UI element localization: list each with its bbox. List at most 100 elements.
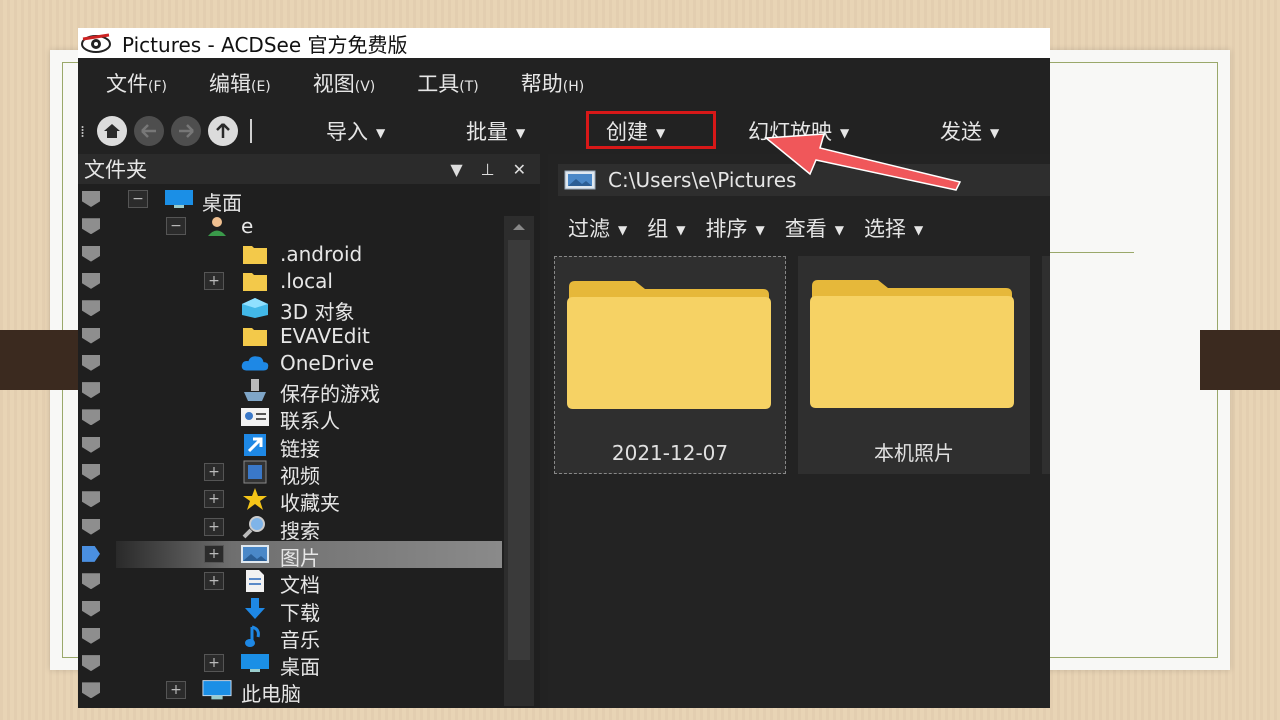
thumbnail-item[interactable]: 2021-12-07 [554, 256, 786, 474]
bookmark-icon[interactable] [82, 491, 100, 508]
menu-edit[interactable]: 编辑(E) [209, 68, 271, 98]
bookmark-icon[interactable] [82, 409, 100, 426]
bookmark-icon[interactable] [82, 655, 100, 672]
acdsee-logo-icon [80, 32, 112, 54]
tree-item-label: e [241, 214, 254, 239]
close-icon[interactable]: ✕ [513, 160, 526, 179]
chevron-down-icon: ▼ [376, 126, 386, 140]
bookmark-icon[interactable] [82, 245, 100, 262]
tree-item[interactable]: 下载 [78, 596, 502, 625]
tree-item[interactable]: + 此电脑 [78, 677, 502, 706]
star-icon [240, 488, 270, 511]
collapse-icon[interactable]: − [128, 190, 148, 208]
bookmark-icon[interactable] [82, 600, 100, 617]
expand-icon[interactable]: + [204, 572, 224, 591]
bookmark-icon[interactable] [82, 627, 100, 644]
tree-item[interactable]: + .local [78, 268, 502, 295]
bookmark-icon[interactable] [82, 354, 100, 371]
tree-item[interactable]: 保存的游戏 [78, 377, 502, 406]
expand-icon[interactable]: + [204, 544, 224, 563]
scrollbar-thumb[interactable] [508, 240, 530, 660]
forward-button[interactable] [171, 116, 201, 146]
folder-icon [240, 270, 270, 292]
tree-item[interactable]: + 搜索 [78, 514, 502, 543]
pictures-icon [240, 543, 270, 565]
tree-item[interactable]: + 视频 [78, 459, 502, 488]
pin-icon[interactable]: ⊥ [481, 160, 495, 179]
slide-deco-line [1050, 252, 1134, 253]
import-button[interactable]: 导入 ▼ [326, 116, 385, 146]
filter-button[interactable]: 过滤 ▼ [568, 213, 627, 243]
arrow-left-icon [141, 124, 156, 138]
tree-item-label: .android [280, 241, 363, 266]
tree-item[interactable]: OneDrive [78, 350, 502, 377]
thumbnail-item-partial[interactable] [1042, 256, 1050, 474]
bookmark-icon[interactable] [82, 464, 100, 480]
group-button[interactable]: 组 ▼ [647, 213, 685, 243]
bookmark-icon[interactable] [82, 382, 100, 399]
up-button[interactable] [208, 116, 238, 146]
folder-icon [810, 280, 1014, 408]
file-list-panel: C:\Users\e\Pictures 过滤 ▼ 组 ▼ 排序 ▼ 查看 ▼ 选择 ▼ 2… [548, 154, 1050, 708]
tree-item[interactable]: .android [78, 241, 502, 268]
thumbnail-label: 2021-12-07 [611, 441, 729, 465]
toolbar-grip-icon[interactable]: ⁞ [80, 122, 90, 141]
chevron-down-icon: ▼ [990, 126, 1000, 140]
bookmark-icon[interactable] [82, 191, 100, 207]
tree-item[interactable]: + 桌面 [78, 650, 502, 679]
expand-icon[interactable]: + [204, 517, 224, 536]
bookmark-icon[interactable] [82, 545, 100, 562]
menu-help[interactable]: 帮助(H) [521, 68, 584, 98]
thumbnail-item[interactable]: 本机照片 [798, 256, 1030, 474]
contacts-icon [240, 406, 270, 428]
bookmark-icon[interactable] [82, 573, 100, 590]
tree-item[interactable]: + 图片 [82, 540, 502, 570]
select-button[interactable]: 选择 ▼ [864, 213, 923, 243]
annotation-arrow-icon [764, 133, 962, 191]
bookmark-icon[interactable] [82, 436, 100, 453]
expand-icon[interactable]: + [204, 654, 224, 673]
tree-item[interactable]: 联系人 [78, 404, 502, 433]
back-button[interactable] [134, 116, 164, 146]
tree-item-label: .local [280, 268, 333, 293]
tree-scrollbar[interactable] [504, 216, 534, 706]
download-icon [240, 597, 270, 620]
bookmark-icon[interactable] [82, 518, 100, 535]
bookmark-icon[interactable] [82, 300, 100, 317]
sort-button[interactable]: 排序 ▼ [705, 213, 764, 243]
tree-item[interactable]: EVAVEdit [78, 323, 502, 350]
tree-item[interactable]: − e [78, 213, 502, 240]
bookmark-icon[interactable] [82, 272, 100, 289]
folder-icon [567, 281, 771, 409]
tree-item[interactable]: 链接 [78, 432, 502, 461]
tree-item-label: 下载 [280, 600, 320, 625]
scroll-up-icon[interactable] [513, 224, 525, 230]
panel-dropdown-icon[interactable]: ▼ [450, 160, 462, 179]
expand-icon[interactable]: + [204, 271, 224, 290]
menu-file[interactable]: 文件(F) [106, 68, 167, 98]
tree-item-label: 链接 [280, 436, 320, 461]
expand-icon[interactable]: + [204, 490, 224, 509]
menu-view[interactable]: 视图(V) [313, 68, 376, 98]
tree-item[interactable]: + 文档 [78, 568, 502, 597]
collapse-icon[interactable]: − [166, 217, 186, 236]
tree-item[interactable]: + 收藏夹 [78, 486, 502, 515]
expand-icon[interactable]: + [166, 681, 186, 700]
bookmark-icon[interactable] [82, 327, 100, 344]
home-button[interactable] [97, 116, 127, 146]
expand-icon[interactable]: + [204, 463, 224, 481]
menu-tools[interactable]: 工具(T) [417, 68, 478, 98]
video-icon [240, 460, 270, 484]
batch-button[interactable]: 批量 ▼ [466, 116, 525, 146]
view-button[interactable]: 查看 ▼ [785, 213, 844, 243]
folder-icon [240, 243, 270, 265]
tree-item[interactable]: − 桌面 [78, 186, 502, 215]
link-icon [240, 433, 270, 456]
bookmark-icon[interactable] [82, 218, 100, 235]
tree-item[interactable]: 音乐 [78, 623, 502, 652]
desktop-icon [240, 652, 270, 674]
tree-item[interactable]: 3D 对象 [78, 295, 502, 324]
thumbnail-area: 2021-12-07 本机照片 [548, 254, 1050, 708]
3d-objects-icon [240, 297, 270, 319]
bookmark-icon[interactable] [82, 682, 100, 699]
